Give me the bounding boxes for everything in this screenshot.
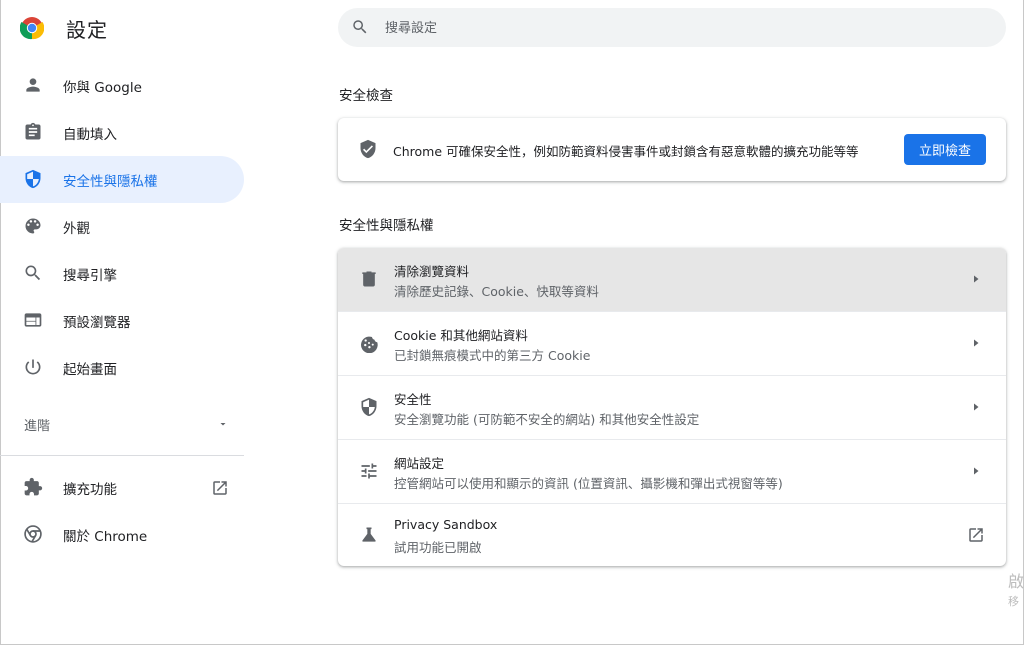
section-title-safety-check: 安全檢查 (339, 88, 393, 104)
palette-icon (25, 218, 41, 234)
caret-down-icon (220, 423, 226, 426)
overflow-text: 移 (1008, 595, 1019, 608)
row-title: Cookie 和其他網站資料 (394, 328, 528, 343)
power-icon (25, 359, 41, 375)
clipboard-icon (25, 122, 41, 140)
search-input[interactable] (383, 8, 987, 49)
row-title: 安全性 (394, 392, 432, 407)
row-clear-browsing-data[interactable]: 清除瀏覽資料 清除歷史記錄、Cookie、快取等資料 (338, 248, 1006, 311)
sidebar-item-label: 預設瀏覽器 (63, 314, 131, 331)
sidebar-item-about-chrome[interactable]: 關於 Chrome (0, 511, 244, 558)
sidebar-item-appearance[interactable]: 外觀 (0, 203, 244, 250)
safety-check-row: Chrome 可確保安全性，例如防範資料侵害事件或封鎖含有惡意軟體的擴充功能等等… (338, 118, 1006, 181)
sidebar: 設定 你與 Google 自動填入 安全性與隱私權 外觀 搜尋引擎 預設瀏覽器 … (0, 0, 246, 645)
sidebar-divider (0, 455, 244, 456)
puzzle-icon (24, 477, 43, 496)
chrome-logo-icon (20, 17, 44, 40)
sidebar-item-label: 安全性與隱私權 (63, 173, 158, 190)
check-now-button[interactable]: 立即檢查 (904, 134, 986, 165)
open-in-new-icon[interactable] (211, 479, 229, 497)
row-subtitle: 安全瀏覽功能 (可防範不安全的網站) 和其他安全性設定 (394, 412, 700, 427)
shield-icon (361, 397, 377, 417)
app-title: 設定 (66, 17, 108, 42)
row-title: Privacy Sandbox (394, 517, 498, 532)
row-subtitle: 已封鎖無痕模式中的第三方 Cookie (394, 348, 591, 363)
sidebar-item-security-privacy[interactable]: 安全性與隱私權 (0, 156, 244, 203)
row-site-settings[interactable]: 網站設定 控管網站可以使用和顯示的資訊 (位置資訊、攝影機和彈出式視窗等等) (338, 439, 1006, 503)
shield-check-icon (360, 139, 376, 159)
sidebar-item-label: 擴充功能 (63, 481, 117, 498)
sidebar-item-label: 自動填入 (63, 126, 117, 143)
person-icon (26, 78, 40, 92)
flask-icon (362, 527, 376, 542)
sidebar-item-autofill[interactable]: 自動填入 (0, 109, 244, 156)
row-privacy-sandbox[interactable]: Privacy Sandbox 試用功能已開啟 (338, 503, 1006, 566)
row-security[interactable]: 安全性 安全瀏覽功能 (可防範不安全的網站) 和其他安全性設定 (338, 375, 1006, 439)
section-title-privacy: 安全性與隱私權 (339, 218, 434, 234)
arrow-right-icon (974, 403, 979, 411)
search-icon (353, 20, 367, 34)
sidebar-item-label: 關於 Chrome (63, 528, 148, 545)
tune-icon (361, 463, 377, 479)
sidebar-item-search-engine[interactable]: 搜尋引擎 (0, 250, 244, 297)
sidebar-item-label: 你與 Google (63, 79, 142, 96)
sidebar-item-label: 搜尋引擎 (63, 267, 117, 284)
shield-icon (25, 169, 41, 189)
row-title: 網站設定 (394, 456, 445, 471)
row-subtitle: 試用功能已開啟 (394, 540, 482, 555)
trash-icon (362, 271, 376, 287)
arrow-right-icon (974, 339, 979, 347)
sidebar-item-label: 外觀 (63, 220, 90, 237)
safety-check-description: Chrome 可確保安全性，例如防範資料侵害事件或封鎖含有惡意軟體的擴充功能等等 (393, 144, 859, 159)
cookie-icon (361, 336, 378, 353)
brand: 設定 (20, 14, 108, 42)
row-title: 清除瀏覽資料 (394, 264, 470, 279)
sidebar-item-extensions[interactable]: 擴充功能 (0, 464, 244, 511)
advanced-label: 進階 (24, 418, 51, 434)
sidebar-item-you-and-google[interactable]: 你與 Google (0, 62, 244, 109)
privacy-card: 清除瀏覽資料 清除歷史記錄、Cookie、快取等資料 Cookie 和其他網站資… (338, 248, 1006, 566)
search-icon (25, 265, 41, 281)
safety-check-card: Chrome 可確保安全性，例如防範資料侵害事件或封鎖含有惡意軟體的擴充功能等等… (338, 118, 1006, 181)
open-in-new-icon (969, 528, 983, 542)
arrow-right-icon (974, 467, 979, 475)
sidebar-item-label: 起始畫面 (63, 361, 117, 378)
arrow-right-icon (974, 275, 979, 283)
search-bar[interactable] (338, 8, 1006, 49)
sidebar-item-on-startup[interactable]: 起始畫面 (0, 344, 244, 391)
row-subtitle: 清除歷史記錄、Cookie、快取等資料 (394, 284, 599, 299)
overflow-text: 啟 (1008, 572, 1024, 591)
row-subtitle: 控管網站可以使用和顯示的資訊 (位置資訊、攝影機和彈出式視窗等等) (394, 476, 783, 491)
advanced-toggle[interactable]: 進階 (24, 413, 229, 435)
sidebar-item-default-browser[interactable]: 預設瀏覽器 (0, 297, 244, 344)
browser-icon (24, 313, 42, 327)
chrome-icon (24, 525, 42, 543)
row-cookies[interactable]: Cookie 和其他網站資料 已封鎖無痕模式中的第三方 Cookie (338, 311, 1006, 375)
